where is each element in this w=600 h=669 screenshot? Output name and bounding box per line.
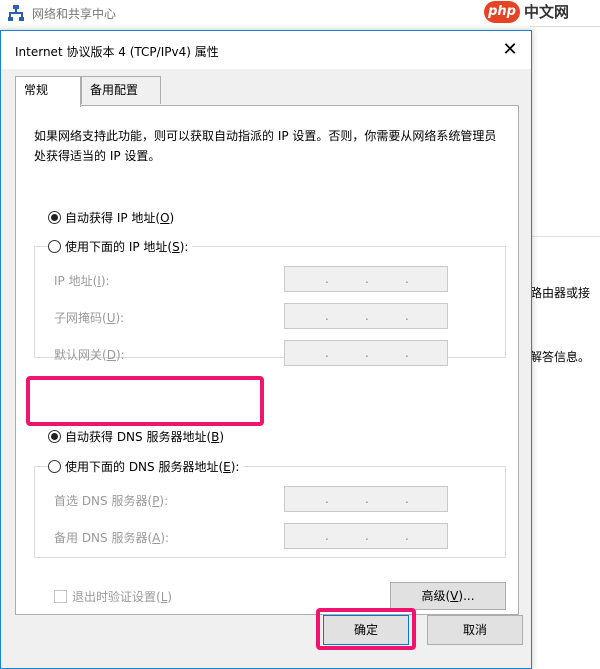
dialog-titlebar[interactable]: Internet 协议版本 4 (TCP/IPv4) 属性 ✕ <box>1 31 531 69</box>
validate-on-exit-checkbox[interactable]: 退出时验证设置(L) <box>54 588 172 605</box>
validate-checkbox-box[interactable] <box>54 590 67 603</box>
background-divider <box>530 236 600 237</box>
auto-ip-accesskey: O <box>160 210 170 225</box>
preferred-dns-field[interactable]: ... <box>284 486 448 512</box>
manual-dns-accesskey: E <box>223 459 231 474</box>
ok-button[interactable]: 确定 <box>323 615 409 645</box>
manual-ip-paren: ): <box>179 239 189 254</box>
tab-general[interactable]: 常规 <box>15 76 81 107</box>
close-icon[interactable]: ✕ <box>495 35 525 65</box>
auto-ip-paren: ) <box>169 210 175 225</box>
default-gateway-field[interactable]: ... <box>284 340 448 366</box>
ipv4-properties-dialog: Internet 协议版本 4 (TCP/IPv4) 属性 ✕ 常规 备用配置 … <box>0 30 532 669</box>
general-tab-panel: 如果网络支持此功能，则可以获取自动指派的 IP 设置。否则，你需要从网络系统管理… <box>15 105 519 615</box>
tab-alternate-config[interactable]: 备用配置 <box>81 76 161 104</box>
auto-ip-label: 自动获得 IP 地址( <box>65 211 161 225</box>
ip-address-label: IP 地址(I): <box>54 274 110 288</box>
manual-dns-radio[interactable]: 使用下面的 DNS 服务器地址(E): <box>48 458 244 475</box>
php-logo: php <box>484 1 520 23</box>
alternate-dns-label: 备用 DNS 服务器(A): <box>54 531 170 545</box>
network-icon <box>8 5 24 21</box>
advanced-button[interactable]: 高级(V)... <box>390 582 506 610</box>
auto-ip-radio[interactable]: 自动获得 IP 地址(O) <box>48 209 174 226</box>
manual-dns-radio-button[interactable] <box>48 460 61 473</box>
validate-label: 退出时验证设置( <box>72 590 161 604</box>
subnet-mask-field[interactable]: ... <box>284 303 448 329</box>
manual-dns-paren: ): <box>230 459 240 474</box>
validate-paren: ) <box>167 589 173 604</box>
dialog-title: Internet 协议版本 4 (TCP/IPv4) 属性 <box>15 45 219 59</box>
background-text-answer: 解答信息。 <box>530 350 591 364</box>
auto-dns-accesskey: B <box>211 429 220 444</box>
background-window-title: 网络和共享中心 <box>32 7 117 21</box>
description-text: 如果网络支持此功能，则可以获取自动指派的 IP 设置。否则，你需要从网络系统管理… <box>34 129 497 163</box>
cancel-button[interactable]: 取消 <box>427 615 523 645</box>
auto-dns-paren: ) <box>219 429 225 444</box>
advanced-label: 高级( <box>421 589 451 603</box>
manual-ip-label: 使用下面的 IP 地址( <box>65 240 173 254</box>
auto-dns-radio[interactable]: 自动获得 DNS 服务器地址(B) <box>48 428 224 445</box>
auto-ip-radio-button[interactable] <box>48 211 61 224</box>
auto-dns-label: 自动获得 DNS 服务器地址( <box>65 430 212 444</box>
validate-accesskey: L <box>160 589 168 604</box>
ip-address-field[interactable]: ... <box>284 266 448 292</box>
manual-ip-accesskey: S <box>172 239 180 254</box>
site-name: 中文网 <box>524 3 570 21</box>
default-gateway-label: 默认网关(D): <box>54 348 125 362</box>
manual-ip-radio[interactable]: 使用下面的 IP 地址(S): <box>48 238 193 255</box>
manual-ip-radio-button[interactable] <box>48 240 61 253</box>
background-window-section <box>530 26 600 236</box>
alternate-dns-field[interactable]: ... <box>284 523 448 549</box>
preferred-dns-label: 首选 DNS 服务器(P): <box>54 494 169 508</box>
manual-dns-label: 使用下面的 DNS 服务器地址( <box>65 460 224 474</box>
background-text-router: 路由器或接 <box>530 286 591 300</box>
advanced-suffix: )... <box>458 589 475 603</box>
subnet-mask-label: 子网掩码(U): <box>54 311 125 325</box>
auto-dns-radio-button[interactable] <box>48 430 61 443</box>
